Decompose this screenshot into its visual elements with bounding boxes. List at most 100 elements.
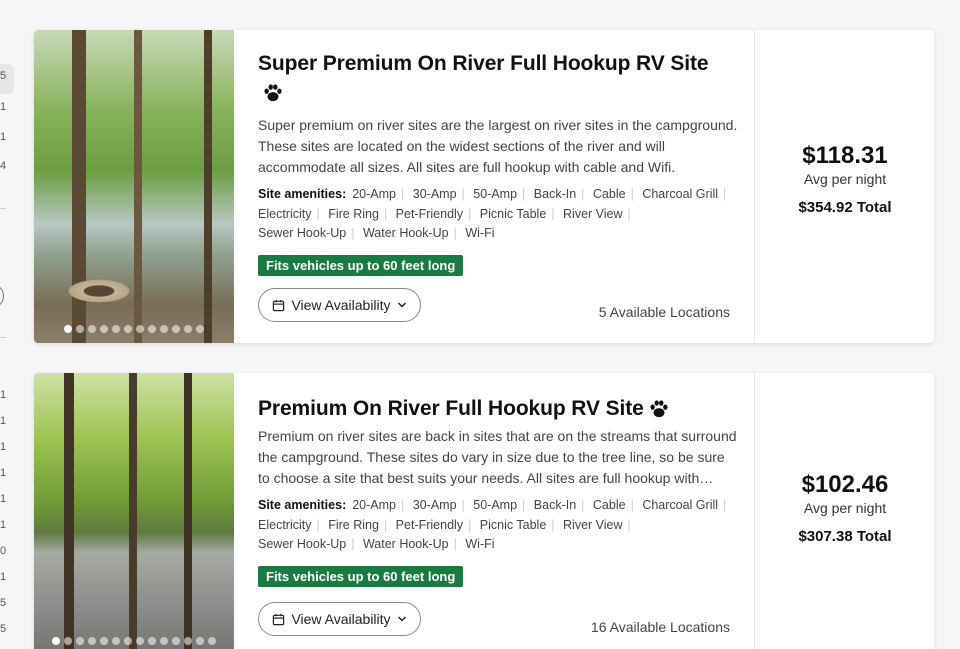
amenity-separator: | xyxy=(468,206,472,221)
fire-ring-image xyxy=(64,278,134,304)
carousel-dot[interactable] xyxy=(112,325,120,333)
site-photo[interactable] xyxy=(34,30,234,343)
carousel-dot[interactable] xyxy=(100,637,108,645)
site-amenities: Site amenities: 20-Amp | 30-Amp | 50-Amp | B… xyxy=(258,496,738,555)
total-price: $354.92 Total xyxy=(798,199,892,216)
carousel-dot[interactable] xyxy=(88,325,96,333)
amenity-item: Back-In xyxy=(533,498,577,512)
site-details: Premium On River Full Hookup RV Site Pre… xyxy=(258,373,754,649)
amenity-separator: | xyxy=(351,226,355,240)
avg-per-night-label: Avg per night xyxy=(803,500,887,516)
carousel-dot[interactable] xyxy=(148,325,156,333)
amenity-separator: | xyxy=(522,498,526,512)
amenity-item: Electricity xyxy=(258,517,312,532)
carousel-dot[interactable] xyxy=(148,637,156,645)
rail-divider xyxy=(0,208,6,209)
amenity-separator: | xyxy=(551,517,555,532)
carousel-dot[interactable] xyxy=(124,637,132,645)
total-price: $307.38 Total xyxy=(798,528,892,545)
carousel-dot[interactable] xyxy=(88,637,96,645)
site-card[interactable]: Super Premium On River Full Hookup RV Si… xyxy=(34,30,934,343)
amenity-separator: | xyxy=(581,498,585,512)
carousel-dot[interactable] xyxy=(172,637,180,645)
amenity-separator: | xyxy=(316,206,320,221)
amenity-separator: | xyxy=(551,206,555,221)
site-card[interactable]: Premium On River Full Hookup RV Site Pre… xyxy=(34,373,934,649)
carousel-dot[interactable] xyxy=(196,325,204,333)
carousel-dot[interactable] xyxy=(208,637,216,645)
amenity-separator: | xyxy=(630,187,634,201)
amenity-item: River View xyxy=(563,206,623,221)
site-title[interactable]: Super Premium On River Full Hookup RV Si… xyxy=(258,49,738,107)
rail-count: 1 xyxy=(0,101,6,113)
amenity-separator: | xyxy=(401,187,405,201)
carousel-dot[interactable] xyxy=(184,637,192,645)
carousel-dot[interactable] xyxy=(76,637,84,645)
photo-carousel-dots[interactable] xyxy=(52,637,216,645)
amenity-item: 30-Amp xyxy=(412,498,457,512)
river-campsite-image xyxy=(34,30,234,343)
vehicle-length-badge: Fits vehicles up to 60 feet long xyxy=(258,254,464,276)
amenity-item: Wi-Fi xyxy=(465,226,495,240)
chevron-down-icon xyxy=(397,302,406,308)
carousel-dot[interactable] xyxy=(124,325,132,333)
carousel-dot[interactable] xyxy=(184,325,192,333)
vehicle-length-badge: Fits vehicles up to 60 feet long xyxy=(258,565,464,587)
amenities-label: Site amenities: xyxy=(258,187,347,201)
amenity-item: Fire Ring xyxy=(328,517,379,532)
carousel-dot[interactable] xyxy=(160,637,168,645)
amenity-item: Picnic Table xyxy=(479,517,547,532)
amenity-item: Pet-Friendly xyxy=(395,206,464,221)
carousel-dot[interactable] xyxy=(160,325,168,333)
avg-price: $102.46 xyxy=(801,471,889,498)
carousel-dot[interactable] xyxy=(52,637,60,645)
site-title[interactable]: Premium On River Full Hookup RV Site xyxy=(258,394,738,423)
amenity-separator: | xyxy=(468,517,472,532)
rail-count: 0 xyxy=(0,545,6,557)
amenity-separator: | xyxy=(627,517,631,532)
rail-radio-icon[interactable] xyxy=(0,285,4,307)
site-photo[interactable] xyxy=(34,373,234,649)
available-locations: 5 Available Locations xyxy=(598,304,730,320)
carousel-dot[interactable] xyxy=(112,637,120,645)
rail-divider xyxy=(0,337,6,338)
amenity-item: Water Hook-Up xyxy=(362,537,449,551)
photo-carousel-dots[interactable] xyxy=(64,325,204,333)
amenity-item: Wi-Fi xyxy=(465,537,495,551)
carousel-dot[interactable] xyxy=(136,637,144,645)
amenity-separator: | xyxy=(383,517,388,532)
rail-count: 5 xyxy=(0,70,6,82)
carousel-dot[interactable] xyxy=(64,637,72,645)
paw-icon xyxy=(650,400,668,418)
carousel-dot[interactable] xyxy=(64,325,72,333)
view-availability-button[interactable]: View Availability xyxy=(258,602,421,636)
rail-count: 5 xyxy=(0,623,6,635)
paw-icon xyxy=(264,84,282,102)
carousel-dot[interactable] xyxy=(76,325,84,333)
rail-count: 1 xyxy=(0,415,6,427)
amenities-label: Site amenities: xyxy=(258,498,347,512)
avg-price: $118.31 xyxy=(802,142,888,169)
carousel-dot[interactable] xyxy=(196,637,204,645)
amenity-separator: | xyxy=(461,187,465,201)
available-locations: 16 Available Locations xyxy=(590,619,730,635)
carousel-dot[interactable] xyxy=(136,325,144,333)
amenity-item: Back-In xyxy=(533,187,577,201)
amenity-separator: | xyxy=(522,187,526,201)
amenity-separator: | xyxy=(581,187,585,201)
amenity-item: Water Hook-Up xyxy=(362,226,449,240)
amenity-separator: | xyxy=(316,517,320,532)
site-details: Super Premium On River Full Hookup RV Si… xyxy=(258,30,754,343)
rail-count: 1 xyxy=(0,441,6,453)
site-amenities: Site amenities: 20-Amp | 30-Amp | 50-Amp | B… xyxy=(258,185,738,244)
carousel-dot[interactable] xyxy=(172,325,180,333)
amenity-item: Charcoal Grill xyxy=(642,187,719,201)
view-availability-button[interactable]: View Availability xyxy=(258,288,421,322)
amenity-separator: | xyxy=(351,537,355,551)
forest-campsite-image xyxy=(34,373,234,649)
view-availability-label: View Availability xyxy=(291,297,391,313)
amenity-separator: | xyxy=(630,498,634,512)
filter-rail: 5 1 1 4 1 1 1 1 1 1 0 1 5 5 xyxy=(0,0,20,649)
carousel-dot[interactable] xyxy=(100,325,108,333)
site-description: Premium on river sites are back in sites… xyxy=(258,428,737,486)
